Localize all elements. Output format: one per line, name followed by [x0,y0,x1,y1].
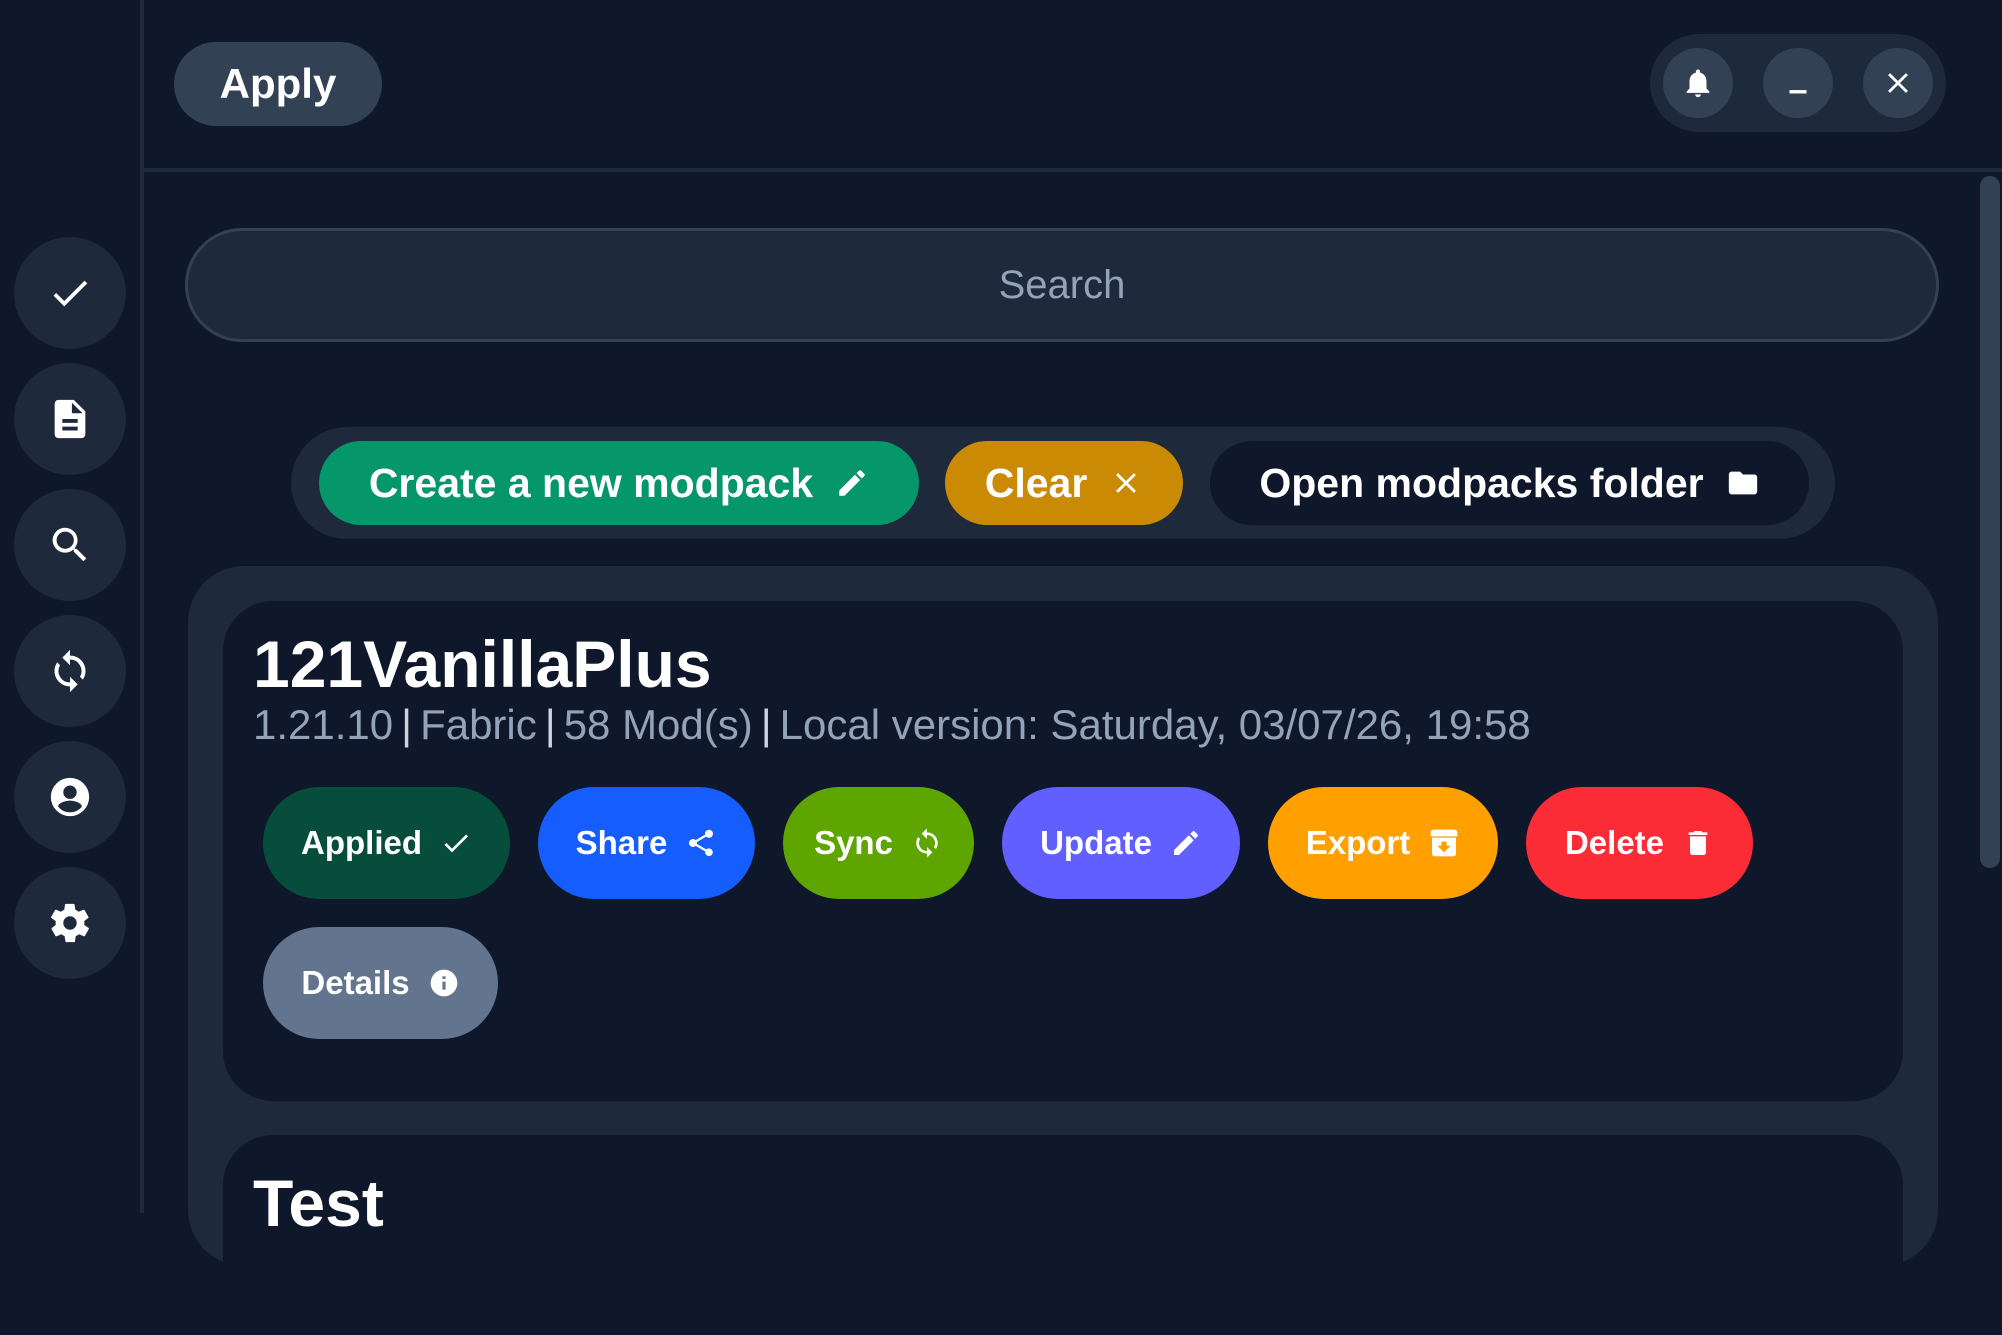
export-button[interactable]: Export [1268,787,1498,899]
close-icon [1116,473,1137,493]
pencil-icon [1173,831,1198,855]
sidebar-item-settings[interactable] [14,867,126,979]
modpack-mod-count: 58 Mod(s) [563,701,753,748]
info-icon [430,969,457,997]
modpack-name: Test [253,1166,384,1240]
clear-label: Clear [984,459,1088,506]
create-modpack-label: Create a new modpack [368,459,814,506]
window-controls [1650,34,1946,132]
modpack-name: 121VanillaPlus [253,627,712,701]
modpack-card: 121VanillaPlus 1.21.10 | Fabric | 58 Mod(s) |… [223,601,1903,1101]
search-icon [52,527,87,562]
trash-icon [1688,831,1708,855]
close-icon [1888,73,1908,93]
scrollbar[interactable] [1980,176,2000,868]
search-bar [185,228,1939,342]
update-button[interactable]: Update [1002,787,1240,899]
sidebar-item-account[interactable] [14,741,126,853]
sync-label: Sync [814,824,893,861]
applied-label: Applied [301,824,422,861]
open-modpacks-folder-button[interactable]: Open modpacks folder [1210,441,1809,525]
sidebar-item-applied[interactable] [14,237,126,349]
minimize-icon [1789,90,1807,94]
delete-button[interactable]: Delete [1526,787,1753,899]
update-label: Update [1040,824,1152,861]
open-folder-label: Open modpacks folder [1259,459,1704,506]
sync-button[interactable]: Sync [783,787,974,899]
notifications-button[interactable] [1663,48,1733,118]
modpack-card: Test [223,1135,1903,1335]
check-icon [53,280,88,307]
sidebar-item-sync[interactable] [14,615,126,727]
modpack-actions: Create a new modpack Clear Open modpacks… [291,427,1835,539]
sidebar-item-modpacks[interactable] [14,363,126,475]
create-modpack-button[interactable]: Create a new modpack [319,441,919,525]
account-icon [50,777,90,817]
pencil-icon [839,470,865,496]
sidebar [0,0,144,1213]
search-input[interactable] [188,261,1936,309]
minimize-button[interactable] [1763,48,1833,118]
clear-button[interactable]: Clear [945,441,1183,525]
share-label: Share [575,824,668,861]
close-button[interactable] [1863,48,1933,118]
modpack-local-version: Local version: Saturday, 03/07/26, 19:58 [779,701,1531,748]
modpack-loader: Fabric [420,701,537,748]
details-button[interactable]: Details [263,927,498,1039]
top-bar: Apply [144,0,2002,172]
folder-icon [1728,471,1757,495]
modpack-list: 121VanillaPlus 1.21.10 | Fabric | 58 Mod(s) |… [188,566,1938,1335]
bell-icon [1686,69,1710,98]
modpack-version: 1.21.10 [253,701,394,748]
apply-button[interactable]: Apply [174,42,382,126]
gear-icon [51,903,89,943]
apply-button-label: Apply [219,60,337,107]
share-button[interactable]: Share [538,787,755,899]
check-icon [444,834,468,853]
sync-icon [54,649,86,693]
document-icon [54,399,86,439]
archive-icon [1430,829,1458,857]
share-icon [689,829,714,857]
modpack-meta: 1.21.10 | Fabric | 58 Mod(s) | Local version: … [253,701,1531,748]
details-label: Details [301,964,410,1001]
export-label: Export [1305,824,1411,861]
sync-icon [916,828,938,858]
delete-label: Delete [1564,824,1665,861]
sidebar-item-search[interactable] [14,489,126,601]
applied-button[interactable]: Applied [263,787,510,899]
